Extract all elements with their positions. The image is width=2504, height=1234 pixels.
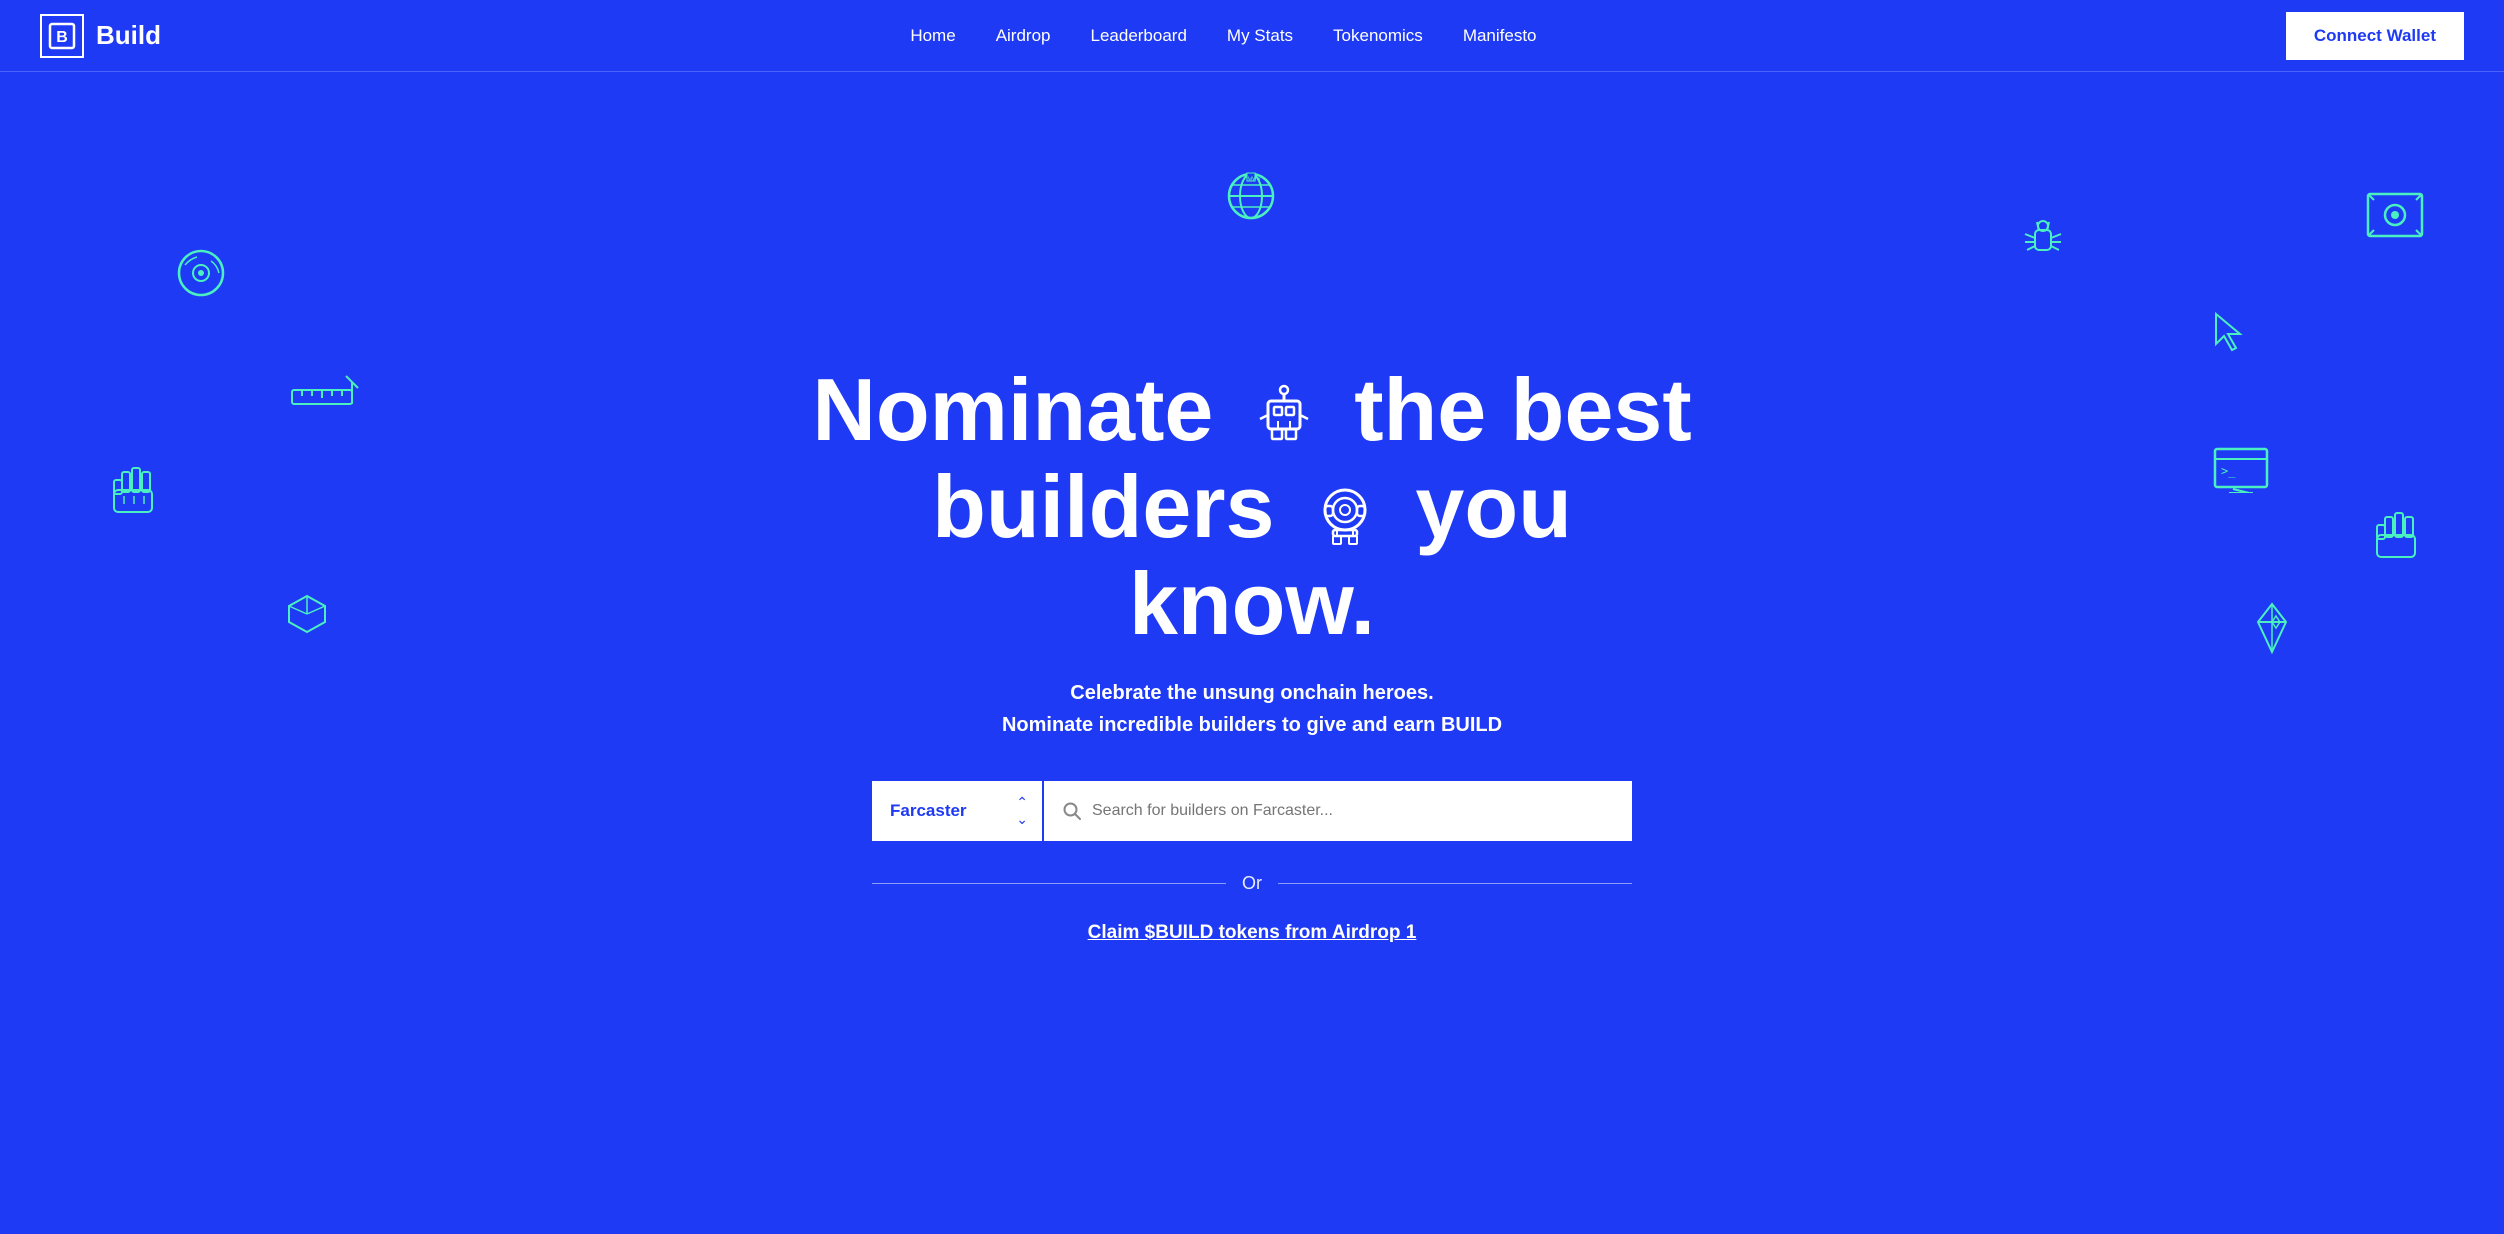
terminal-icon: >_ xyxy=(2213,447,2269,493)
globe-icon: www xyxy=(1222,167,1280,225)
hand-right-icon xyxy=(2373,507,2419,561)
astronaut-inline-icon xyxy=(1305,474,1385,554)
hero-title: Nominate the best builders xyxy=(802,362,1702,652)
search-input-wrapper xyxy=(1044,781,1632,841)
logo-icon: B xyxy=(40,14,84,58)
ruler-icon xyxy=(290,372,360,422)
or-text: Or xyxy=(1242,873,1262,894)
connect-wallet-button[interactable]: Connect Wallet xyxy=(2286,12,2464,60)
or-divider: Or xyxy=(872,873,1632,894)
cube-icon xyxy=(285,592,329,636)
nav-link-airdrop[interactable]: Airdrop xyxy=(996,26,1051,45)
search-icon xyxy=(1062,801,1082,821)
svg-text:B: B xyxy=(56,29,68,46)
navbar: B Build Home Airdrop Leaderboard My Stat… xyxy=(0,0,2504,72)
search-input[interactable] xyxy=(1092,802,1614,820)
bug-icon xyxy=(2017,212,2069,264)
nav-link-tokenomics[interactable]: Tokenomics xyxy=(1333,26,1423,45)
divider-line-left xyxy=(872,883,1226,884)
robot-inline-icon xyxy=(1244,377,1324,457)
nav-link-manifesto[interactable]: Manifesto xyxy=(1463,26,1537,45)
search-row: Farcaster Lens Twitter ⌃⌄ xyxy=(872,781,1632,841)
hero-subtitle: Celebrate the unsung onchain heroes. Nom… xyxy=(1002,677,1502,741)
divider-line-right xyxy=(1278,883,1632,884)
svg-text:www: www xyxy=(1248,175,1261,183)
disc-icon xyxy=(175,247,227,299)
nav-link-leaderboard[interactable]: Leaderboard xyxy=(1091,26,1187,45)
svg-text:>_: >_ xyxy=(2221,464,2236,478)
nav-link-home[interactable]: Home xyxy=(910,26,955,45)
platform-select-wrapper: Farcaster Lens Twitter ⌃⌄ xyxy=(872,781,1042,841)
nav-link-my-stats[interactable]: My Stats xyxy=(1227,26,1293,45)
claim-link[interactable]: Claim $BUILD tokens from Airdrop 1 xyxy=(1088,922,1417,944)
cursor-icon xyxy=(2212,312,2244,352)
hand-left-icon xyxy=(110,462,156,516)
logo[interactable]: B Build xyxy=(40,14,161,58)
diamond-icon xyxy=(2250,602,2294,654)
hero-section: www xyxy=(0,72,2504,1234)
eye-icon xyxy=(2366,192,2424,238)
platform-select[interactable]: Farcaster Lens Twitter xyxy=(872,781,1042,841)
logo-text: Build xyxy=(96,20,161,51)
nav-links: Home Airdrop Leaderboard My Stats Tokeno… xyxy=(910,26,1536,46)
